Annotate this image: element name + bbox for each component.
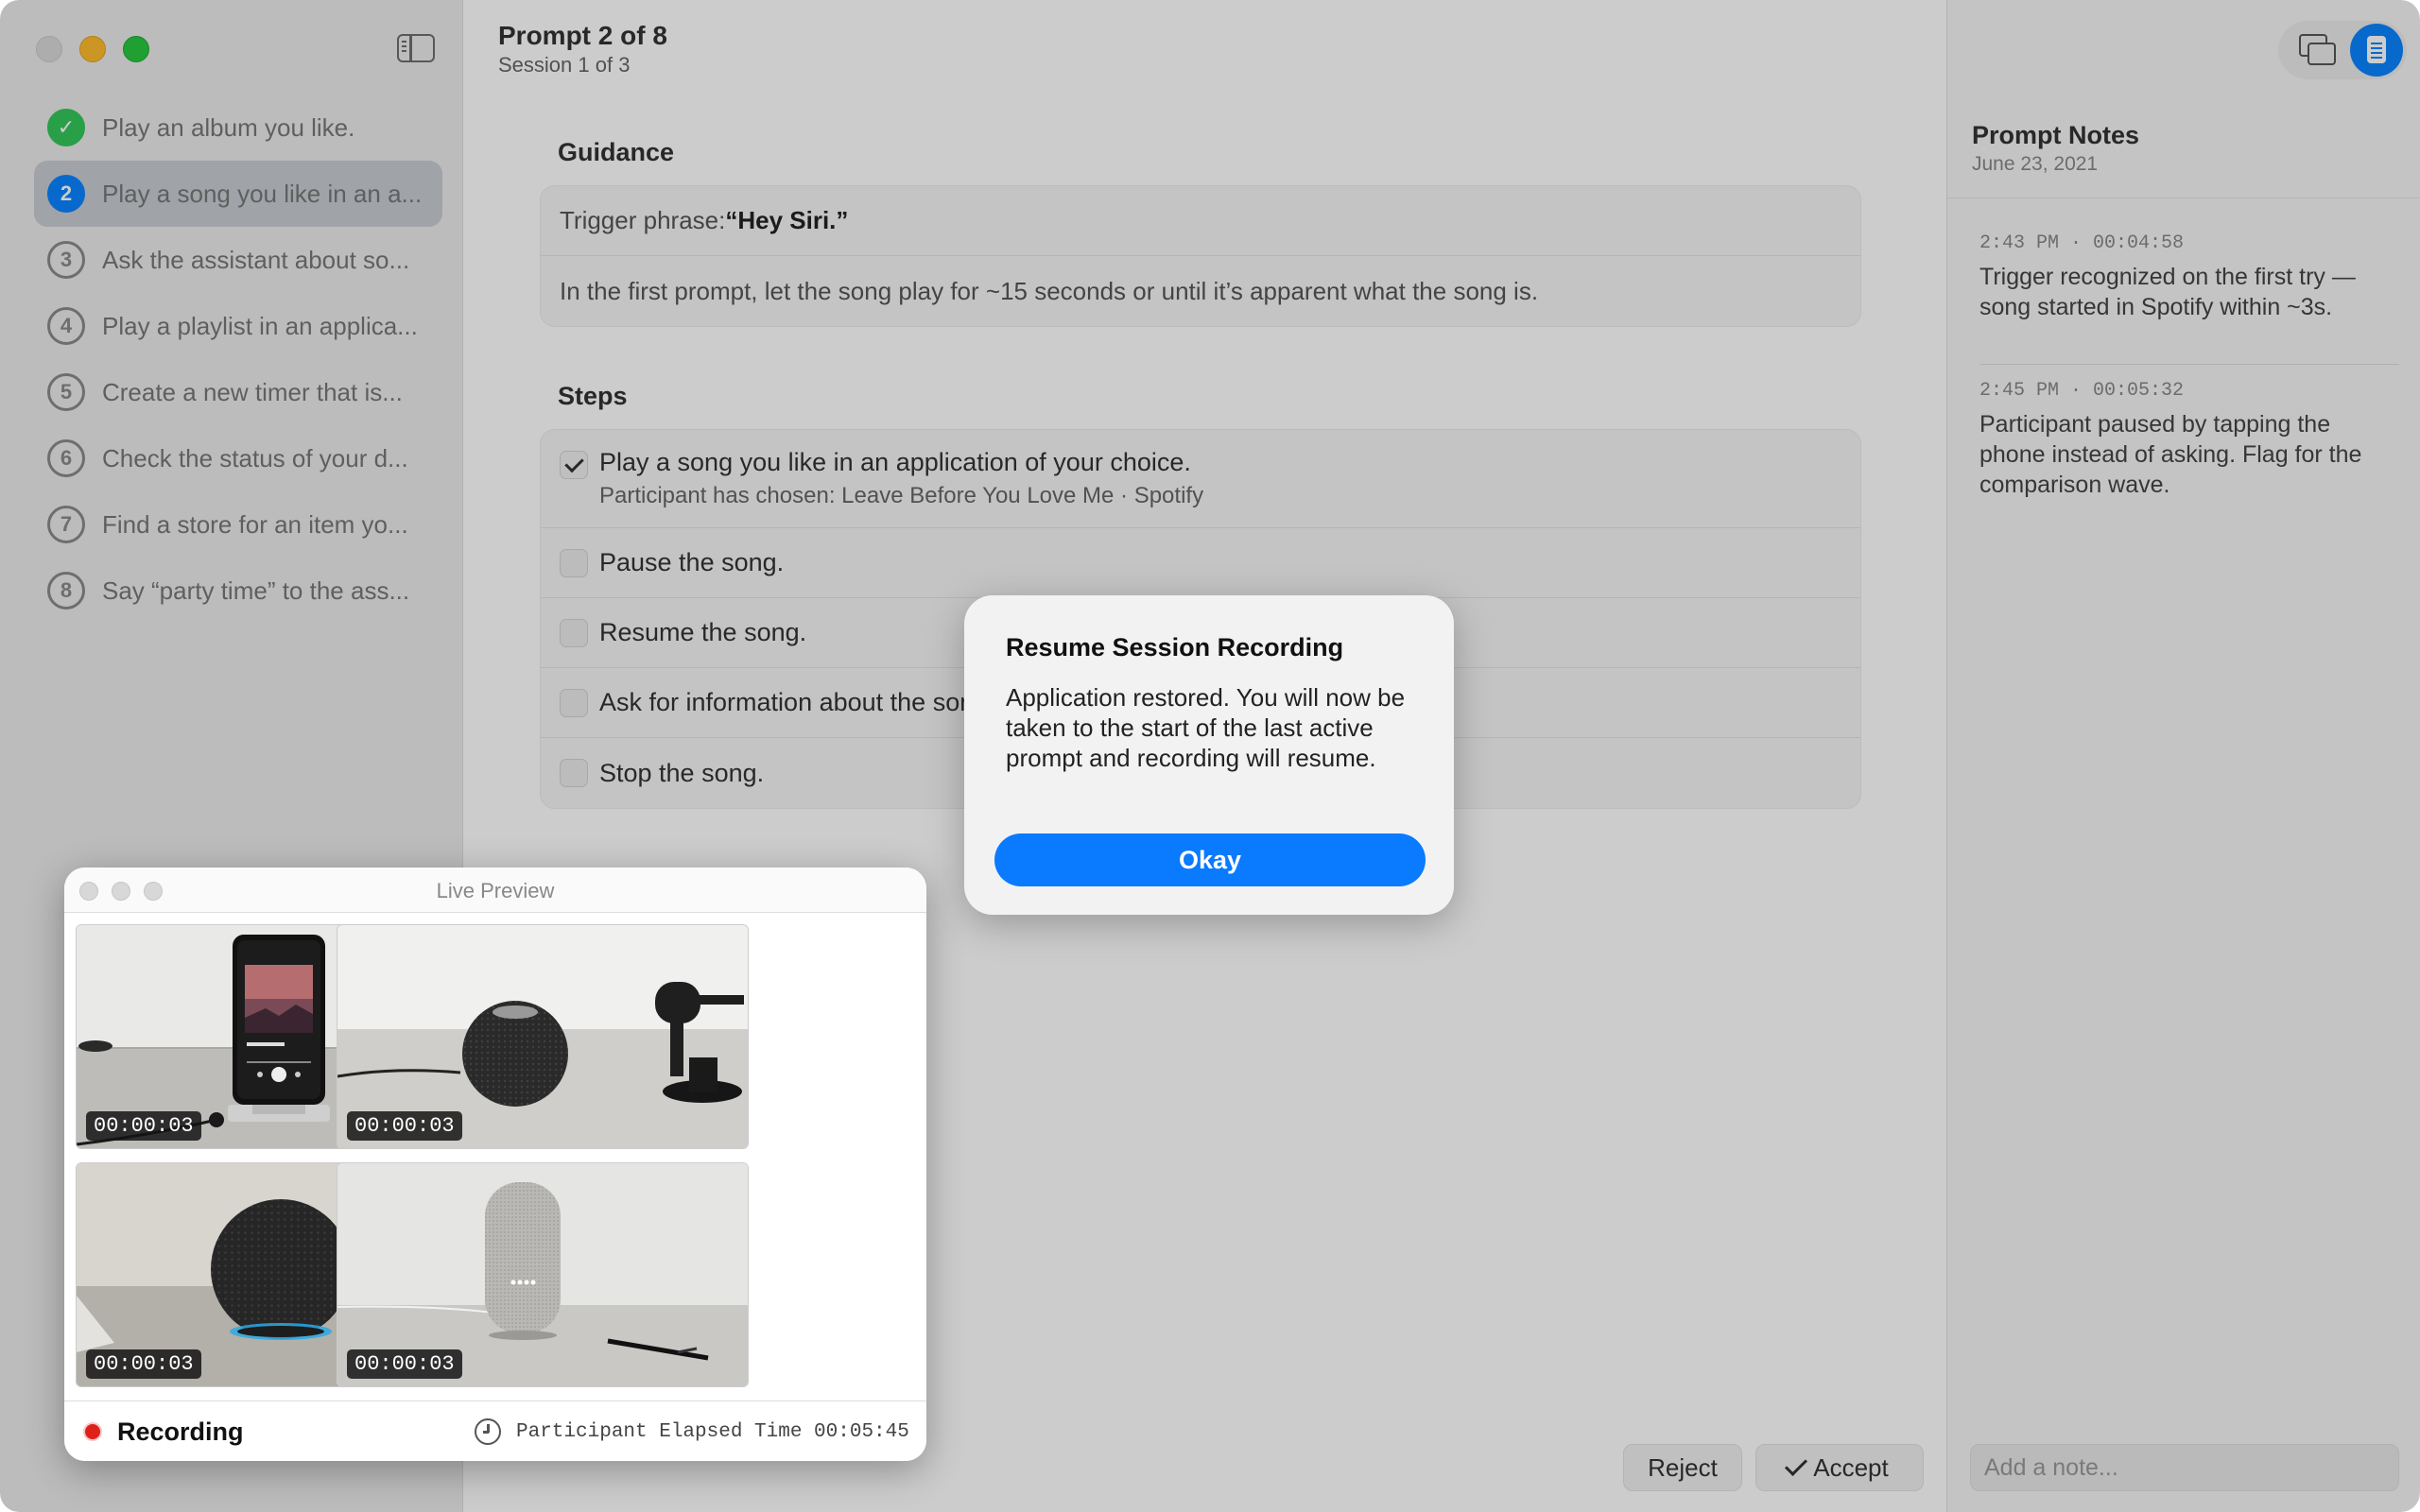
live-preview-window: Live Preview 00:00:03 00:00:03 00:00:03 … xyxy=(64,868,926,1461)
camera-timestamp: 00:00:03 xyxy=(347,1349,462,1379)
recording-indicator-icon xyxy=(83,1422,102,1441)
preview-status-bar: Recording Participant Elapsed Time 00:05… xyxy=(64,1400,926,1461)
dialog-message: Application restored. You will now be ta… xyxy=(1006,683,1406,772)
camera-feed-nest[interactable]: 00:00:03 xyxy=(337,1162,749,1387)
preview-title: Live Preview xyxy=(436,879,555,902)
okay-button[interactable]: Okay xyxy=(994,833,1426,886)
okay-label: Okay xyxy=(1178,845,1242,874)
clock-icon xyxy=(475,1418,501,1445)
preview-titlebar: Live Preview xyxy=(64,868,926,913)
dialog-title: Resume Session Recording xyxy=(1006,633,1344,662)
camera-timestamp: 00:00:03 xyxy=(347,1111,462,1141)
camera-timestamp: 00:00:03 xyxy=(86,1111,201,1141)
resume-dialog: Resume Session Recording Application res… xyxy=(964,595,1454,915)
camera-timestamp: 00:00:03 xyxy=(86,1349,201,1379)
app-window: ✓ Play an album you like. 2 Play a song … xyxy=(0,0,2420,1512)
recording-label: Recording xyxy=(117,1418,244,1446)
camera-feed-homepod[interactable]: 00:00:03 xyxy=(337,924,749,1149)
elapsed-time: Participant Elapsed Time 00:05:45 xyxy=(516,1421,909,1443)
